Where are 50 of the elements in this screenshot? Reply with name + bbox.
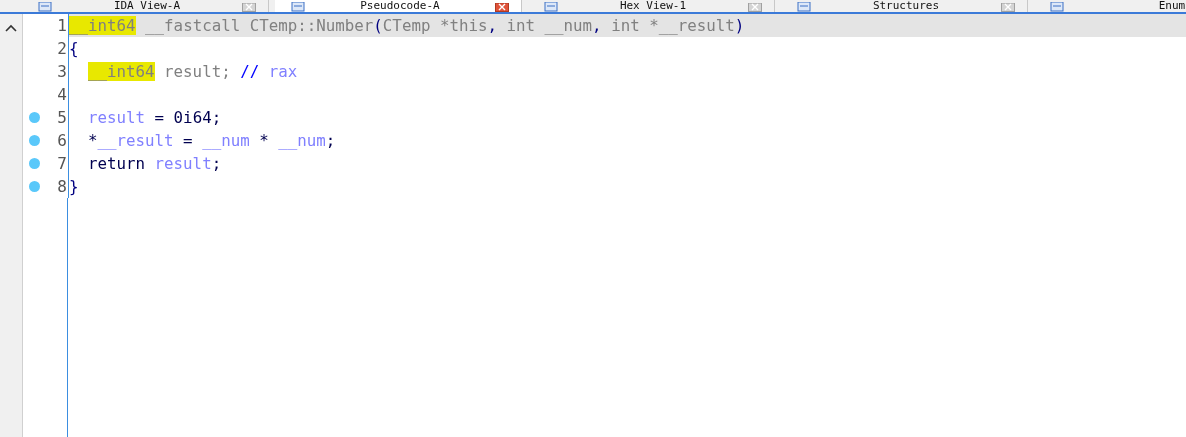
variable-name: rax <box>268 62 298 81</box>
variable-name: result <box>88 108 146 127</box>
declaration-text: int __num <box>505 16 593 35</box>
breakpoint-dot[interactable] <box>29 135 40 146</box>
breakpoint-dot[interactable] <box>29 112 40 123</box>
declaration-text: result; <box>163 62 231 81</box>
line-number: 4 <box>57 85 67 104</box>
line-number: 8 <box>57 177 67 196</box>
code-text: return <box>88 154 147 173</box>
line-number: 5 <box>57 108 67 127</box>
close-icon[interactable] <box>495 3 509 12</box>
close-icon[interactable] <box>1001 3 1015 12</box>
punctuation: , <box>487 16 497 35</box>
code-text: ; <box>325 131 336 150</box>
comment-text: // <box>239 62 261 81</box>
code-text: ; <box>211 154 222 173</box>
code-text: = <box>182 131 194 150</box>
punctuation: , <box>592 16 602 35</box>
line-number: 7 <box>57 154 67 173</box>
punctuation: { <box>69 39 79 58</box>
type-keyword: __int64 <box>88 62 155 81</box>
code-text: = 0i64; <box>153 108 222 127</box>
code-text: * <box>258 131 270 150</box>
declaration-text: CTemp *this <box>382 16 488 35</box>
code-text: * <box>88 131 98 150</box>
window-icon <box>1050 2 1064 12</box>
punctuation: ( <box>373 16 383 35</box>
punctuation: } <box>69 177 79 196</box>
scroll-up-icon[interactable] <box>5 24 17 32</box>
breakpoint-dot[interactable] <box>29 158 40 169</box>
variable-name: result <box>154 154 212 173</box>
line-number: 1 <box>57 16 67 35</box>
line-number: 2 <box>57 39 67 58</box>
breakpoint-dot[interactable] <box>29 181 40 192</box>
window-icon <box>38 2 52 12</box>
declaration-text: int *__result <box>610 16 735 35</box>
tab[interactable]: Pseudocode-A <box>275 0 522 12</box>
close-icon[interactable] <box>748 3 762 12</box>
variable-name: __result <box>97 131 174 150</box>
type-keyword: __int64 <box>69 16 136 35</box>
window-icon <box>291 2 305 12</box>
declaration-text: __fastcall CTemp::Number <box>144 16 374 35</box>
close-icon[interactable] <box>242 3 256 12</box>
variable-name: __num <box>278 131 326 150</box>
window-icon <box>544 2 558 12</box>
variable-name: __num <box>202 131 250 150</box>
window-icon <box>797 2 811 12</box>
line-number: 3 <box>57 62 67 81</box>
line-number: 6 <box>57 131 67 150</box>
punctuation: ) <box>734 16 745 35</box>
